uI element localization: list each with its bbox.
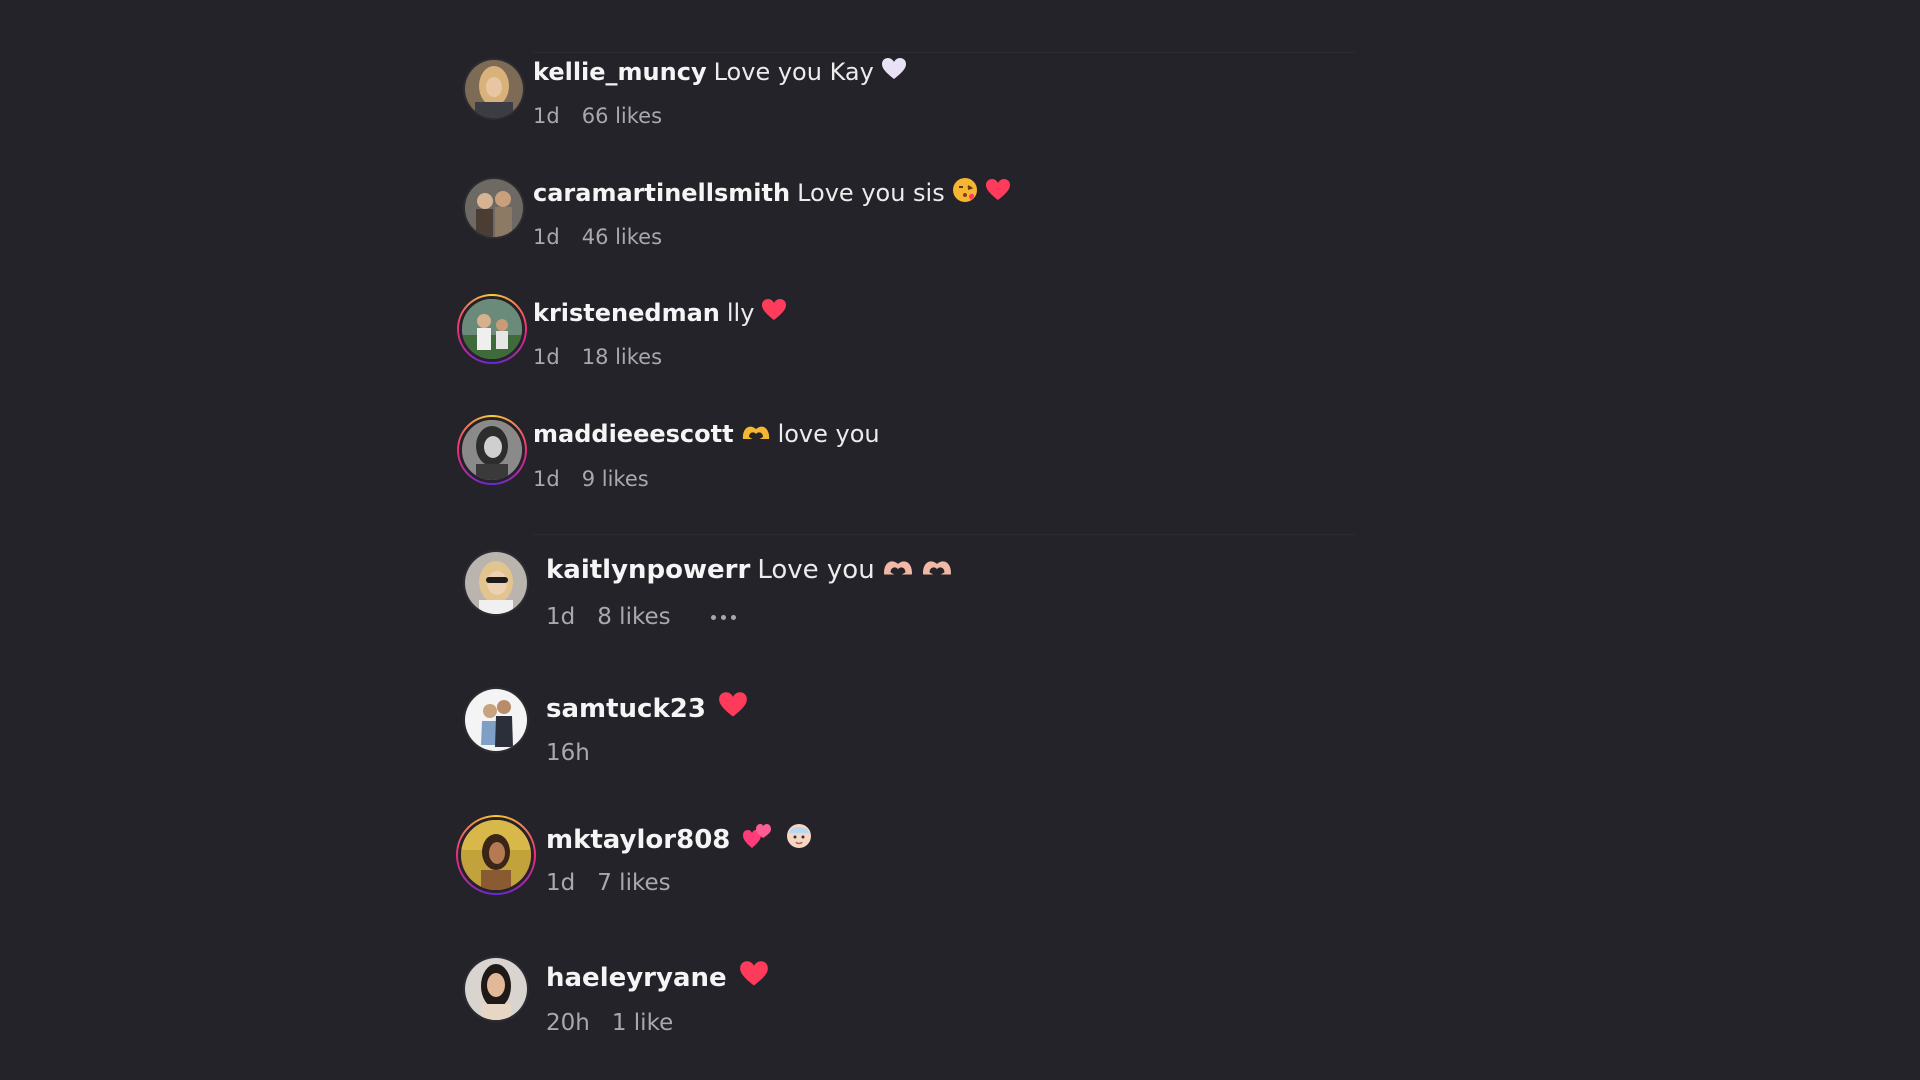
comment-likes[interactable]: 18 likes [582, 345, 662, 369]
comment-text: Love you sis [797, 179, 945, 207]
comment-username[interactable]: mktaylor808 [546, 825, 730, 855]
comment-text: lly [726, 299, 755, 327]
avatar[interactable] [457, 294, 527, 364]
kissing-face-icon [952, 177, 978, 209]
more-options-icon[interactable] [710, 614, 736, 620]
comment-username[interactable]: samtuck23 [546, 694, 706, 724]
comment-text: Love you [757, 554, 875, 585]
comment-time: 1d [533, 225, 560, 249]
comment-username[interactable]: caramartinellsmith [533, 179, 790, 207]
avatar[interactable] [463, 58, 525, 120]
comment-likes[interactable]: 9 likes [582, 467, 649, 491]
comment-likes[interactable]: 1 like [612, 1010, 673, 1036]
comment-username[interactable]: kaitlynpowerr [546, 555, 750, 585]
comment-username[interactable]: kellie_muncy [533, 58, 707, 86]
divider [533, 534, 1355, 535]
comment-time: 1d [533, 345, 560, 369]
red-heart-icon [761, 298, 787, 328]
comment-time: 1d [533, 467, 560, 491]
divider [533, 52, 1355, 53]
comment-time: 1d [546, 604, 576, 630]
red-heart-icon [718, 691, 748, 726]
avatar[interactable] [457, 415, 527, 485]
comment-time: 16h [546, 740, 590, 766]
heart-hands-icon [741, 419, 771, 449]
avatar[interactable] [463, 687, 529, 753]
avatar[interactable] [463, 177, 525, 239]
comment-likes[interactable]: 8 likes [597, 604, 670, 630]
baby-icon [784, 821, 814, 858]
comment-text: Love you Kay [713, 58, 874, 86]
red-heart-icon [739, 960, 769, 995]
heart-hands-icon [882, 553, 914, 586]
comment-username[interactable]: haeleyryane [546, 963, 727, 993]
white-heart-icon [881, 57, 907, 87]
two-hearts-icon [742, 822, 772, 857]
comment-username[interactable]: kristenedman [533, 299, 720, 327]
comment-likes[interactable]: 7 likes [597, 870, 670, 896]
comment-time: 1d [546, 870, 576, 896]
comment-username[interactable]: maddieeescott [533, 420, 734, 448]
comment-likes[interactable]: 46 likes [582, 225, 662, 249]
comment-time: 1d [533, 104, 560, 128]
comments-panel: kellie_muncy Love you Kay 1d 66 likes ca… [456, 52, 1355, 1080]
heart-hands-icon [921, 553, 953, 586]
comment-text: love you [777, 420, 880, 448]
avatar[interactable] [463, 956, 529, 1022]
avatar[interactable] [463, 550, 529, 616]
comment-time: 20h [546, 1010, 590, 1036]
comments-screen: kellie_muncy Love you Kay 1d 66 likes ca… [0, 0, 1920, 1080]
comment-likes[interactable]: 66 likes [582, 104, 662, 128]
avatar[interactable] [456, 815, 536, 895]
red-heart-icon [985, 178, 1011, 208]
